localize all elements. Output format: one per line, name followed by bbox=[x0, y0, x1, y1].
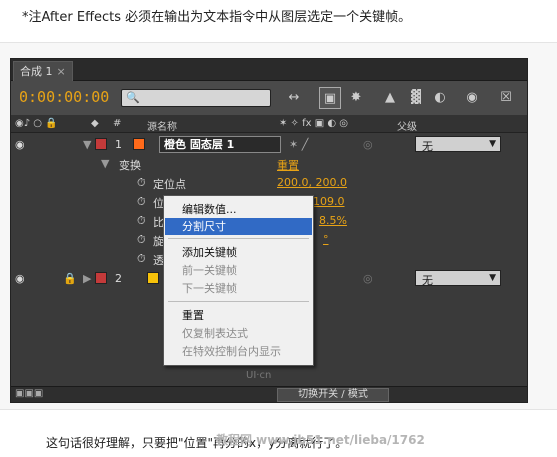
menu-item-next-keyframe[interactable]: 下一关键帧 bbox=[165, 280, 312, 297]
property-name: 定位点 bbox=[153, 178, 186, 191]
stopwatch-icon[interactable]: ⏱ bbox=[137, 195, 146, 209]
column-number: # bbox=[113, 118, 122, 129]
menu-item-reset[interactable]: 重置 bbox=[165, 307, 312, 324]
menu-item-copy-expression-only[interactable]: 仅复制表达式 bbox=[165, 325, 312, 342]
column-header: ◉♪ ○ 🔒 ◆ # 源名称 ✶ ✧ fx ▣ ◐ ◎ 父级 bbox=[11, 115, 527, 133]
lock-icon[interactable]: 🔒 bbox=[63, 272, 77, 285]
expand-arrow-icon[interactable]: ▼ bbox=[83, 138, 91, 151]
parent-dropdown[interactable]: 无 ▼ bbox=[415, 270, 501, 287]
stopwatch-icon[interactable]: ⏱ bbox=[137, 233, 146, 247]
transform-group-row[interactable]: ▼ 变换 重置 bbox=[11, 154, 527, 173]
layer-name[interactable]: 橙色 固态层 1 bbox=[159, 136, 281, 153]
av-features-icon: ◉♪ ○ 🔒 bbox=[15, 118, 58, 129]
layer-number: 2 bbox=[115, 272, 122, 285]
chevron-down-icon: ▼ bbox=[489, 273, 496, 283]
watermark: UI·cn bbox=[246, 370, 272, 381]
caption-watermark: 教程网 www.jb51.net/lieba/1762 bbox=[216, 433, 425, 447]
menu-separator bbox=[168, 301, 309, 302]
parent-pickwhip-icon[interactable]: ◎ bbox=[363, 272, 373, 285]
column-source-name[interactable]: 源名称 bbox=[147, 118, 177, 133]
context-menu: 编辑数值... 分割尺寸 添加关键帧 前一关键帧 下一关键帧 重置 仅复制表达式… bbox=[163, 195, 314, 366]
layer-label-color[interactable] bbox=[95, 272, 107, 284]
column-parent: 父级 bbox=[397, 122, 417, 133]
chevron-down-icon: ▼ bbox=[489, 139, 496, 149]
eye-icon[interactable]: ◉ bbox=[15, 138, 25, 151]
search-icon: 🔍 bbox=[126, 91, 140, 104]
menu-item-separate-dimensions[interactable]: 分割尺寸 bbox=[165, 218, 312, 235]
property-value[interactable]: 200.0, 200.0 bbox=[277, 176, 347, 189]
panel-options-icon[interactable]: ▣▣▣ bbox=[15, 388, 43, 399]
layer-number: 1 bbox=[115, 138, 122, 151]
search-input[interactable]: 🔍 bbox=[121, 89, 271, 107]
property-value[interactable]: 8.5% bbox=[319, 214, 347, 227]
menu-item-edit-value[interactable]: 编辑数值... bbox=[165, 201, 312, 218]
parent-value: 无 bbox=[422, 274, 433, 287]
menu-item-previous-keyframe[interactable]: 前一关键帧 bbox=[165, 262, 312, 279]
tab-composition[interactable]: 合成 1 × bbox=[13, 61, 73, 81]
timecode-display[interactable]: 0:00:00:00 bbox=[19, 88, 109, 106]
menu-item-reveal-in-effect-controls[interactable]: 在特效控制台内显示 bbox=[165, 343, 312, 360]
note-text: *注After Effects 必须在输出为文本指令中从图层选定一个关键帧。 bbox=[22, 10, 412, 25]
menu-separator bbox=[168, 238, 309, 239]
timeline-toolbar: 0:00:00:00 🔍 ↔ ▣ ✸ ▲ ▓ ◐ ◉ ☒ bbox=[11, 81, 527, 115]
layer-color-swatch bbox=[133, 138, 145, 150]
tab-label: 合成 1 bbox=[20, 65, 53, 78]
expand-arrow-icon[interactable]: ▼ bbox=[101, 157, 109, 170]
close-icon[interactable]: × bbox=[57, 65, 66, 78]
parent-pickwhip-icon[interactable]: ◎ bbox=[363, 138, 373, 151]
stopwatch-icon[interactable]: ⏱ bbox=[137, 214, 146, 228]
menu-item-add-keyframe[interactable]: 添加关键帧 bbox=[165, 244, 312, 261]
stopwatch-icon[interactable]: ⏱ bbox=[137, 252, 146, 266]
motion-blur-icon[interactable]: ◐ bbox=[429, 87, 451, 109]
eye-icon[interactable]: ◉ bbox=[15, 272, 25, 285]
layer-switches-icon[interactable]: ✶ ╱ bbox=[289, 138, 308, 151]
draft-3d-icon[interactable]: ✸ bbox=[345, 87, 367, 109]
comp-flowchart-icon[interactable]: ↔ bbox=[283, 87, 305, 109]
timeline-bottom-bar: ▣▣▣ 切换开关 / 模式 bbox=[11, 386, 527, 402]
tab-bar: 合成 1 × bbox=[11, 59, 527, 81]
layer-color-swatch bbox=[147, 272, 159, 284]
live-update-icon[interactable]: ▣ bbox=[319, 87, 341, 109]
expand-arrow-icon[interactable]: ▶ bbox=[83, 272, 91, 285]
graph-editor-icon[interactable]: ☒ bbox=[495, 87, 517, 109]
reset-link[interactable]: 重置 bbox=[277, 157, 299, 173]
layer-label-color[interactable] bbox=[95, 138, 107, 150]
toggle-switches-modes-button[interactable]: 切换开关 / 模式 bbox=[277, 388, 389, 402]
property-value[interactable]: ° bbox=[323, 233, 329, 246]
parent-dropdown[interactable]: 无 ▼ bbox=[415, 136, 501, 153]
transform-label: 变换 bbox=[119, 159, 141, 172]
stopwatch-icon[interactable]: ⏱ bbox=[137, 176, 146, 190]
property-value[interactable]: 109.0 bbox=[313, 195, 345, 208]
switches-icon: ✶ ✧ fx ▣ ◐ ◎ bbox=[279, 118, 348, 129]
frame-blending-icon[interactable]: ▓ bbox=[405, 87, 427, 109]
layer-row[interactable]: ◉ ▼ 1 橙色 固态层 1 ✶ ╱ ◎ 无 ▼ bbox=[11, 135, 527, 154]
parent-value: 无 bbox=[422, 140, 433, 153]
property-row[interactable]: ⏱ 定位点 200.0, 200.0 bbox=[11, 173, 527, 192]
label-icon: ◆ bbox=[91, 118, 99, 129]
hide-shy-layers-icon[interactable]: ▲ bbox=[379, 87, 401, 109]
brainstorm-icon[interactable]: ◉ bbox=[461, 87, 483, 109]
